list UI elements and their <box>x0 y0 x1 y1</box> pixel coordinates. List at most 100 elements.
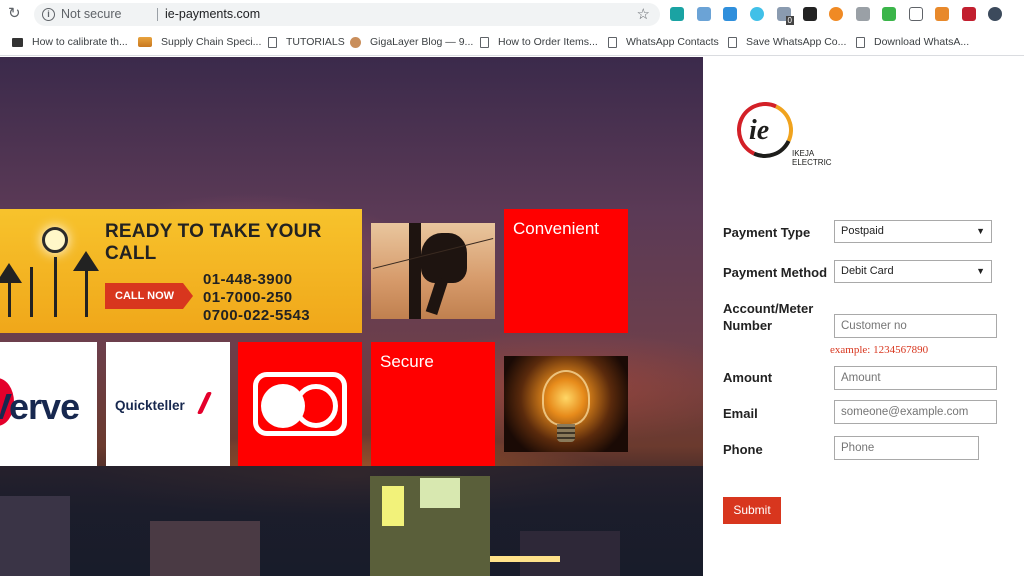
lit-window <box>382 486 404 526</box>
bookmark-label: How to Order Items... <box>498 36 598 48</box>
bookmark-item[interactable]: Save WhatsApp Co... <box>728 34 846 50</box>
avatar-icon <box>350 36 361 48</box>
url-text[interactable]: ie-payments.com <box>165 7 260 21</box>
omnibox-separator <box>157 8 158 21</box>
call-banner[interactable]: READY TO TAKE YOUR CALL CALL NOW 01-448-… <box>0 209 362 333</box>
quickteller-logo: Quickteller <box>115 398 185 413</box>
phone-number: 01-7000-250 <box>203 289 293 306</box>
call-now-button[interactable]: CALL NOW <box>105 283 193 309</box>
bookmark-icon <box>138 37 152 47</box>
verve-tile: Verve <box>0 342 97 466</box>
payment-method-value: Debit Card <box>841 265 894 277</box>
bookmark-label: How to calibrate th... <box>32 36 128 48</box>
street-lights <box>490 556 560 562</box>
hero-background: READY TO TAKE YOUR CALL CALL NOW 01-448-… <box>0 57 703 576</box>
lamp-icon <box>73 251 99 271</box>
email-label: Email <box>723 406 758 421</box>
lamp-icon <box>0 263 22 283</box>
phone-number: 0700-022-5543 <box>203 307 310 324</box>
phone-label: Phone <box>723 442 763 457</box>
mastercard-tile <box>238 342 362 466</box>
building <box>0 496 70 576</box>
page-icon <box>728 36 737 48</box>
extension-icon[interactable] <box>803 7 817 21</box>
page-icon <box>268 36 277 48</box>
banner-title: READY TO TAKE YOUR CALL <box>105 221 322 264</box>
logo-name-line: IKEJA <box>792 149 815 158</box>
extension-badge: 0 <box>785 16 794 25</box>
worker-silhouette <box>421 233 467 283</box>
bookmark-item[interactable]: GigaLayer Blog — 9... <box>350 34 473 50</box>
bookmark-icon <box>12 37 23 47</box>
amount-label: Amount <box>723 370 773 385</box>
quickteller-logo-mark <box>196 392 213 414</box>
bookmark-item[interactable]: Supply Chain Speci... <box>138 34 261 50</box>
bookmark-item[interactable]: How to Order Items... <box>480 34 598 50</box>
extension-icon[interactable] <box>829 7 843 21</box>
lamp-icon <box>54 257 57 317</box>
bookmark-item[interactable]: How to calibrate th... <box>12 34 128 50</box>
security-label[interactable]: Not secure <box>61 7 121 21</box>
phone-number: 01-448-3900 <box>203 271 293 288</box>
bookmark-label: Save WhatsApp Co... <box>746 36 847 48</box>
extension-icon[interactable] <box>882 7 896 21</box>
extension-icon[interactable] <box>962 7 976 21</box>
bookmark-item[interactable]: Download WhatsA... <box>856 34 969 50</box>
info-icon[interactable]: i <box>42 8 55 21</box>
convenient-tile: Convenient <box>504 209 628 333</box>
lamp-icon <box>30 267 33 317</box>
tile-title: Secure <box>380 352 434 371</box>
bookmark-label: WhatsApp Contacts <box>626 36 719 48</box>
page-icon <box>608 36 617 48</box>
extension-icon[interactable] <box>670 7 684 21</box>
lamp-icon <box>8 277 11 317</box>
reload-icon[interactable]: ↻ <box>8 6 24 22</box>
lit-window <box>420 478 460 508</box>
pole-silhouette <box>409 223 421 319</box>
logo-name: IKEJA ELECTRIC <box>792 149 832 167</box>
lightbulb-photo <box>504 356 628 452</box>
bookmark-item[interactable]: WhatsApp Contacts <box>608 34 719 50</box>
amount-input[interactable] <box>834 366 997 390</box>
phone-input[interactable] <box>834 436 979 460</box>
omnibox[interactable]: i Not secure ie-payments.com ☆ <box>34 3 660 26</box>
email-input[interactable] <box>834 400 997 424</box>
extension-icon[interactable]: 0 <box>777 7 794 25</box>
tile-title: Convenient <box>513 219 600 238</box>
bookmarks-bar: How to calibrate th... Supply Chain Spec… <box>0 29 1024 56</box>
bookmark-label: TUTORIALS <box>286 36 345 48</box>
payment-method-label: Payment Method <box>723 265 828 280</box>
secure-tile: Secure <box>371 342 495 466</box>
submit-button[interactable]: Submit <box>723 497 781 524</box>
ikeja-electric-logo[interactable]: ie IKEJA ELECTRIC <box>729 94 845 172</box>
payment-type-select[interactable]: Postpaid ▼ <box>834 220 992 243</box>
lightbulb-icon <box>542 370 590 426</box>
extension-icon[interactable] <box>750 7 764 21</box>
account-number-hint: example: 1234567890 <box>830 344 929 356</box>
bookmark-label: Supply Chain Speci... <box>161 36 262 48</box>
payment-panel: ie IKEJA ELECTRIC Payment Type Postpaid … <box>703 57 1024 576</box>
lamp-icon <box>85 267 88 317</box>
extension-icon[interactable] <box>988 7 1002 21</box>
dropdown-arrow-icon: ▼ <box>976 226 985 236</box>
building <box>520 531 620 576</box>
verve-logo: Verve <box>0 386 80 427</box>
payment-type-label: Payment Type <box>723 225 811 240</box>
bookmark-item[interactable]: TUTORIALS <box>268 34 345 50</box>
quickteller-tile: Quickteller <box>106 342 230 466</box>
extension-icon[interactable] <box>697 7 711 21</box>
lineman-photo <box>371 223 495 319</box>
extension-icon[interactable] <box>935 7 949 21</box>
logo-mark: ie <box>749 115 770 146</box>
extension-icon[interactable] <box>723 7 737 21</box>
star-icon[interactable]: ☆ <box>637 5 650 23</box>
dropdown-arrow-icon: ▼ <box>976 266 985 276</box>
lightbulb-base <box>557 424 575 442</box>
mail-icon[interactable] <box>909 7 923 21</box>
bookmark-label: Download WhatsA... <box>874 36 970 48</box>
bookmark-label: GigaLayer Blog — 9... <box>370 36 474 48</box>
worker-leg <box>425 277 449 315</box>
extension-icon[interactable] <box>856 7 870 21</box>
payment-method-select[interactable]: Debit Card ▼ <box>834 260 992 283</box>
account-number-input[interactable] <box>834 314 997 338</box>
